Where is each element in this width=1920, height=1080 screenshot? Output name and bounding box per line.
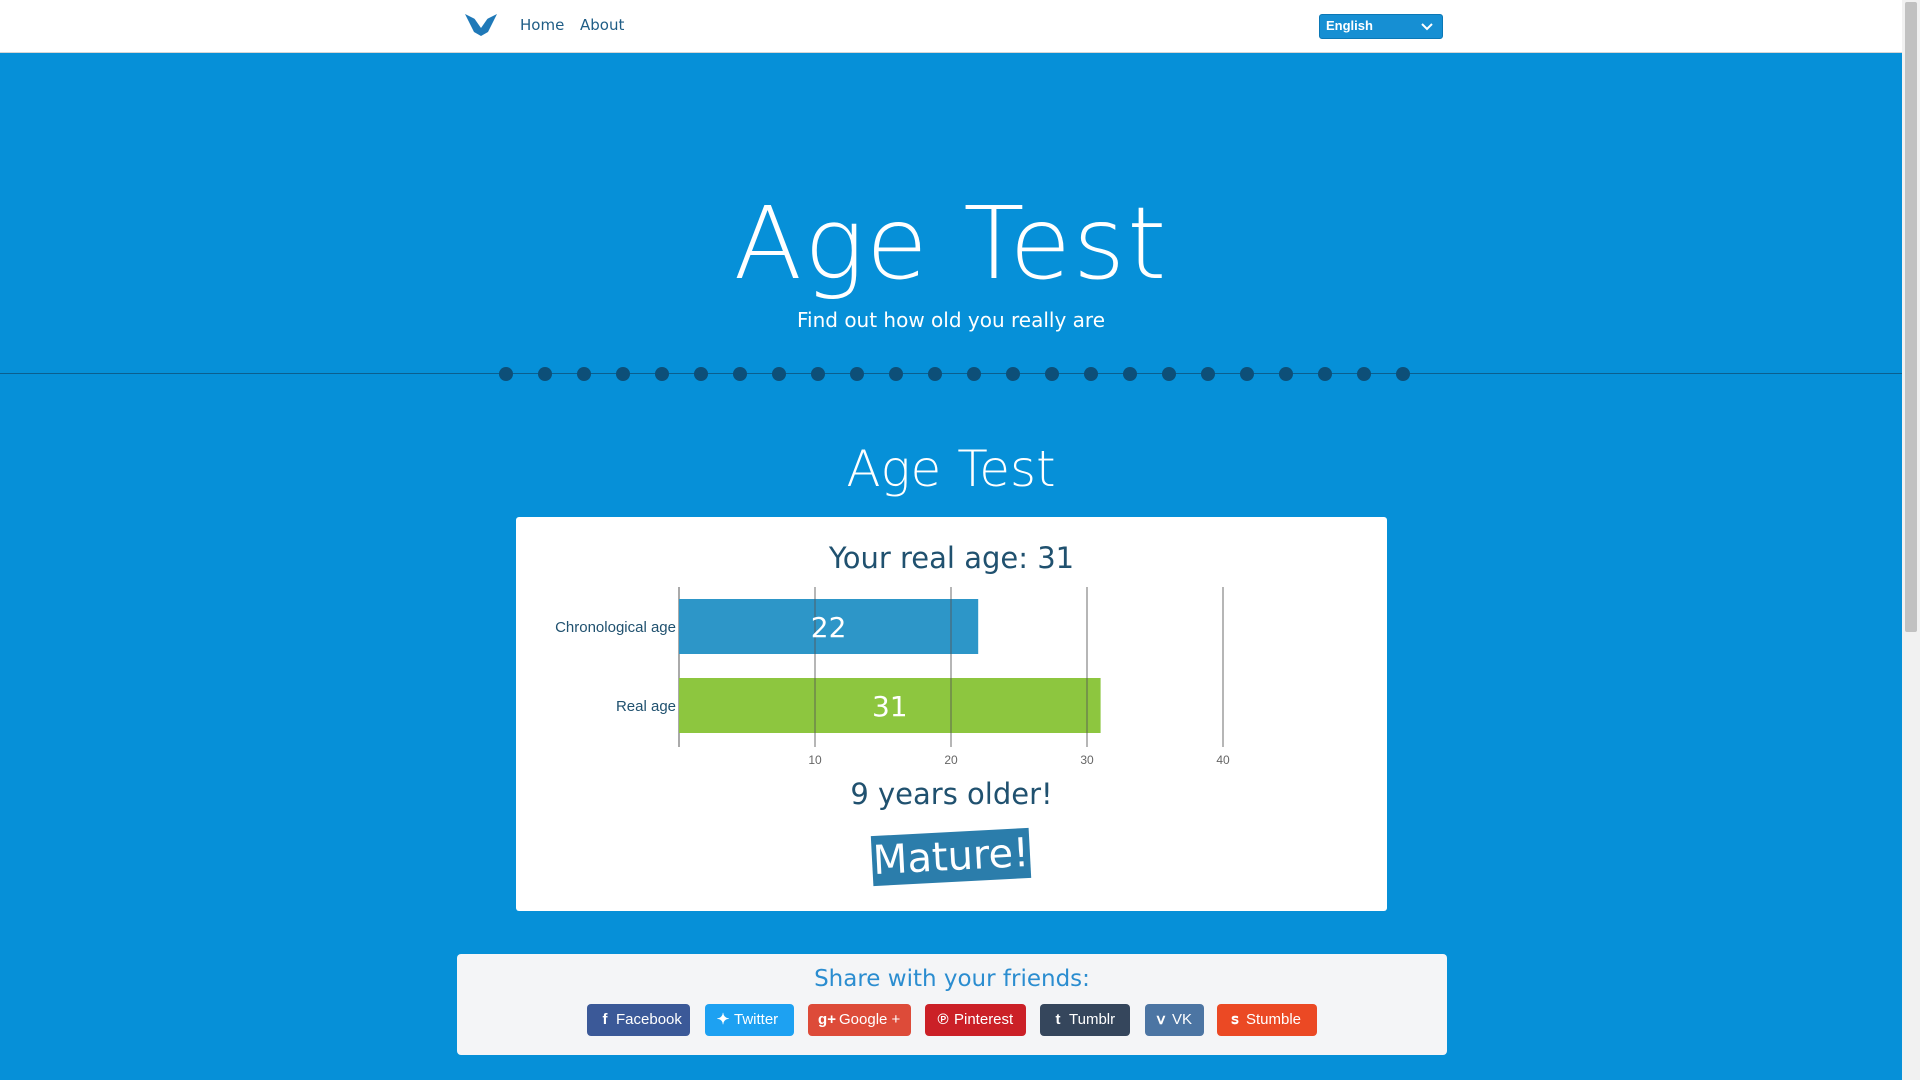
- real-age-heading: Your real age: 31: [828, 541, 1075, 575]
- timeline-dot: [733, 367, 747, 381]
- timeline-dot: [889, 367, 903, 381]
- chart-tick-label: 30: [1080, 753, 1094, 767]
- timeline-dot: [1162, 367, 1176, 381]
- timeline-dot: [1084, 367, 1098, 381]
- timeline-dot: [928, 367, 942, 381]
- timeline-dot: [1279, 367, 1293, 381]
- share-google-button[interactable]: g+ Google +: [808, 1004, 911, 1036]
- bird-logo-icon[interactable]: [464, 12, 498, 38]
- chart-data-label: 31: [872, 690, 908, 723]
- chevron-down-icon: [1421, 23, 1433, 31]
- share-tumblr-button[interactable]: t Tumblr: [1040, 1004, 1130, 1036]
- tumblr-icon: t: [1055, 1011, 1061, 1028]
- timeline-dot: [1240, 367, 1254, 381]
- timeline-dot: [577, 367, 591, 381]
- chart-category-label: Real age: [616, 698, 676, 715]
- timeline-dot: [1318, 367, 1332, 381]
- share-stumble-button[interactable]: ꜱ Stumble: [1217, 1004, 1317, 1036]
- timeline-dot: [772, 367, 786, 381]
- timeline-dot: [1123, 367, 1137, 381]
- share-tumblr-label: Tumblr: [1069, 1011, 1116, 1028]
- share-google-label: Google +: [839, 1011, 901, 1028]
- age-difference-text: 9 years older!: [850, 777, 1053, 811]
- timeline-dot: [850, 367, 864, 381]
- share-vk-label: VK: [1172, 1011, 1193, 1028]
- share-twitter-label: Twitter: [734, 1011, 779, 1028]
- verdict-badge: Mature!: [870, 827, 1032, 887]
- chart-data-label: 22: [811, 611, 847, 644]
- nav-home-link[interactable]: Home: [520, 16, 564, 34]
- timeline-dot: [1006, 367, 1020, 381]
- age-bar-chart: 10 20 30 40 22 Chronological age 31 Real age: [555, 587, 1230, 767]
- result-card: Your real age: 31 10 20 30 40 22 Chronologica…: [516, 517, 1387, 911]
- google-plus-icon: g+: [818, 1011, 836, 1028]
- section-title: Age Test: [846, 440, 1056, 498]
- timeline-dot: [694, 367, 708, 381]
- twitter-icon: ✦: [716, 1011, 730, 1028]
- timeline-dot: [655, 367, 669, 381]
- share-facebook-button[interactable]: f Facebook: [587, 1004, 690, 1036]
- timeline-dot: [811, 367, 825, 381]
- chart-tick-label: 10: [808, 753, 822, 767]
- timeline-dot: [1357, 367, 1371, 381]
- share-facebook-label: Facebook: [616, 1011, 682, 1028]
- language-value: English: [1326, 18, 1373, 33]
- share-title: Share with your friends:: [814, 966, 1090, 992]
- timeline-dot: [1396, 367, 1410, 381]
- hero-title: Age Test: [733, 185, 1169, 302]
- timeline-dot: [616, 367, 630, 381]
- share-pinterest-button[interactable]: ℗ Pinterest: [925, 1004, 1026, 1036]
- facebook-icon: f: [602, 1011, 608, 1028]
- timeline-dot: [538, 367, 552, 381]
- timeline-dots: [499, 367, 1410, 381]
- chart-tick-label: 40: [1216, 753, 1230, 767]
- scrollbar-thumb[interactable]: [1905, 2, 1917, 632]
- share-vk-button[interactable]: ⅴ VK: [1145, 1004, 1204, 1036]
- chart-tick-label: 20: [944, 753, 958, 767]
- nav-about-link[interactable]: About: [580, 16, 624, 34]
- stumbleupon-icon: ꜱ: [1231, 1011, 1239, 1028]
- hero-subtitle: Find out how old you really are: [796, 308, 1106, 332]
- top-navbar: Home About English: [0, 0, 1902, 53]
- share-twitter-button[interactable]: ✦ Twitter: [705, 1004, 794, 1036]
- timeline-dot: [1201, 367, 1215, 381]
- language-select[interactable]: English: [1319, 14, 1443, 39]
- pinterest-icon: ℗: [937, 1011, 949, 1028]
- chart-category-label: Chronological age: [555, 619, 676, 636]
- share-panel: Share with your friends: f Facebook ✦ Twit…: [457, 954, 1447, 1055]
- share-pinterest-label: Pinterest: [954, 1011, 1014, 1028]
- share-stumble-label: Stumble: [1246, 1011, 1302, 1028]
- timeline-dot: [1045, 367, 1059, 381]
- timeline-dot: [499, 367, 513, 381]
- vk-icon: ⅴ: [1156, 1011, 1166, 1028]
- timeline-dot: [967, 367, 981, 381]
